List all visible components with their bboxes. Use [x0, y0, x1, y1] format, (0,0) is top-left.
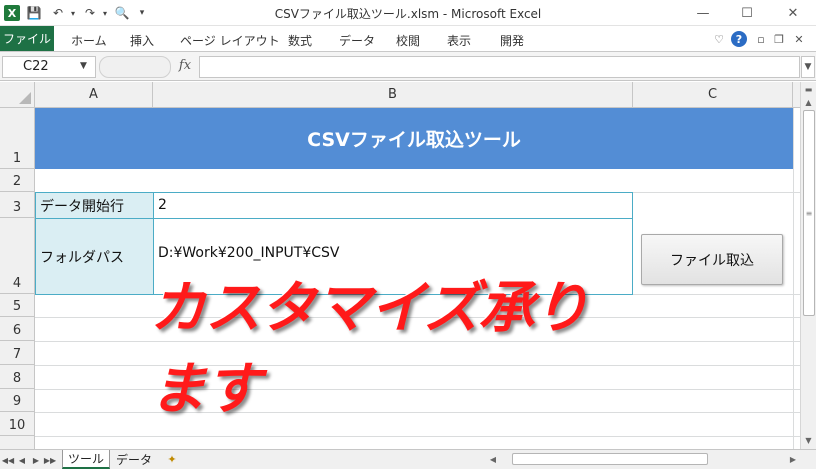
- tab-data[interactable]: データ: [339, 30, 375, 50]
- row-header-7[interactable]: 7: [0, 341, 35, 365]
- tab-insert[interactable]: 挿入: [130, 30, 154, 50]
- gridline: [35, 436, 800, 437]
- next-sheet-icon[interactable]: ▶: [30, 453, 42, 467]
- minimize-icon[interactable]: —: [680, 0, 726, 26]
- formula-bar-splitter[interactable]: [99, 56, 171, 78]
- column-header-b[interactable]: B: [153, 82, 633, 108]
- sheet-tab-data[interactable]: データ: [112, 450, 156, 469]
- workbook-restore-icon[interactable]: ❐: [772, 31, 786, 47]
- row-header-8[interactable]: 8: [0, 365, 35, 389]
- scroll-down-icon[interactable]: ▼: [801, 433, 816, 448]
- column-header-d[interactable]: [793, 82, 800, 108]
- ribbon-collapse-icon[interactable]: ♡: [712, 31, 726, 47]
- formula-bar: C22 ▼ fx ▼: [0, 52, 816, 81]
- scroll-up-icon[interactable]: ▲: [801, 95, 816, 110]
- row-header-9[interactable]: 9: [0, 389, 35, 412]
- ribbon-tabs: ファイル ホーム 挿入 ページ レイアウト 数式 データ 校閲 表示 開発 ♡ …: [0, 26, 816, 52]
- horizontal-scroll-thumb[interactable]: [512, 453, 708, 465]
- row-header-2[interactable]: 2: [0, 169, 35, 192]
- start-row-value[interactable]: 2: [153, 192, 633, 219]
- tab-review[interactable]: 校閲: [396, 30, 420, 50]
- row-header-10[interactable]: 10: [0, 412, 35, 436]
- folder-path-label[interactable]: フォルダパス: [35, 218, 154, 295]
- workbook-close-icon[interactable]: ✕: [792, 31, 806, 47]
- maximize-icon[interactable]: ☐: [724, 0, 770, 26]
- row-header-6[interactable]: 6: [0, 317, 35, 341]
- worksheet-grid[interactable]: A B C 1 2 3 4 5 6 7 8 9 10 CSVファイル取込ツール …: [0, 82, 800, 449]
- column-header-c[interactable]: C: [633, 82, 793, 108]
- vertical-scrollbar[interactable]: ▬ ▲ ≡ ▼: [800, 82, 816, 449]
- tab-developer[interactable]: 開発: [500, 30, 524, 50]
- first-sheet-icon[interactable]: ◀◀: [2, 453, 14, 467]
- scroll-left-icon[interactable]: ◀: [486, 452, 500, 467]
- horizontal-scrollbar[interactable]: ◀ ▶: [486, 452, 800, 467]
- tab-home[interactable]: ホーム: [71, 30, 107, 50]
- formula-input[interactable]: [199, 56, 800, 78]
- tab-formulas[interactable]: 数式: [288, 30, 312, 50]
- column-header-a[interactable]: A: [35, 82, 153, 108]
- insert-sheet-icon[interactable]: ✦: [160, 450, 184, 469]
- insert-function-icon[interactable]: fx: [174, 58, 196, 76]
- row-header-4[interactable]: 4: [0, 218, 35, 294]
- prev-sheet-icon[interactable]: ◀: [16, 453, 28, 467]
- file-import-button[interactable]: ファイル取込: [641, 234, 783, 285]
- sheet-tab-bar: ◀◀ ◀ ▶ ▶▶ ツール データ ✦ ◀ ▶: [0, 449, 816, 469]
- tab-page-layout[interactable]: ページ レイアウト: [180, 30, 280, 50]
- select-all-corner[interactable]: [0, 82, 35, 108]
- sheet-tab-tool[interactable]: ツール: [62, 450, 110, 469]
- start-row-label[interactable]: データ開始行: [35, 192, 154, 219]
- formula-bar-expand-icon[interactable]: ▼: [801, 56, 815, 78]
- gridline: [793, 108, 794, 449]
- customization-promo-text: カスタマイズ承ります: [150, 276, 589, 422]
- workbook-minimize-icon[interactable]: ▫: [754, 31, 768, 47]
- row-header-11[interactable]: [0, 436, 35, 449]
- tool-title-banner[interactable]: CSVファイル取込ツール: [35, 108, 793, 169]
- row-header-5[interactable]: 5: [0, 294, 35, 317]
- scroll-right-icon[interactable]: ▶: [786, 452, 800, 467]
- title-bar: X 💾 ↶ ▾ ↷ ▾ 🔍 ▾ CSVファイル取込ツール.xlsm - Micr…: [0, 0, 816, 26]
- close-icon[interactable]: ✕: [770, 0, 816, 26]
- help-icon[interactable]: ?: [731, 31, 747, 47]
- name-box-dropdown-icon[interactable]: ▼: [80, 61, 87, 71]
- vertical-scroll-thumb[interactable]: ≡: [803, 110, 815, 316]
- tab-file[interactable]: ファイル: [0, 26, 54, 51]
- row-header-1[interactable]: 1: [0, 108, 35, 169]
- row-header-3[interactable]: 3: [0, 192, 35, 218]
- tab-view[interactable]: 表示: [447, 30, 471, 50]
- last-sheet-icon[interactable]: ▶▶: [44, 453, 56, 467]
